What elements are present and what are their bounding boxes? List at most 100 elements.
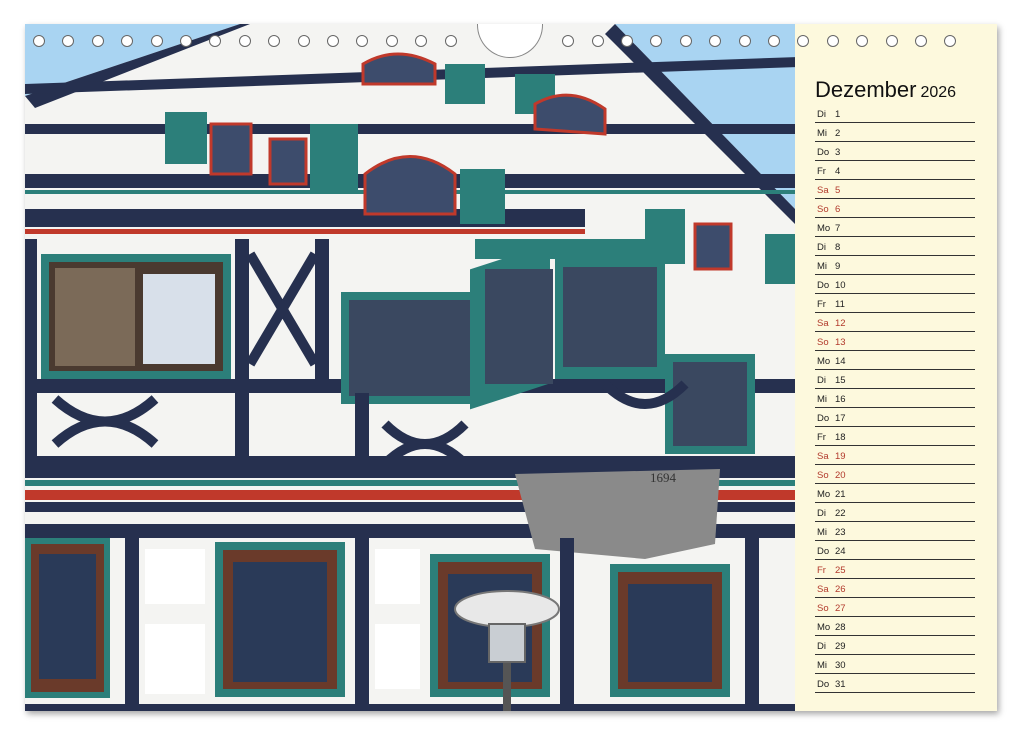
day-number: 26 xyxy=(835,584,846,595)
day-row: Di 15 xyxy=(815,370,975,389)
day-of-week: Fr xyxy=(817,432,826,443)
day-of-week: Mo xyxy=(817,223,831,234)
day-of-week: Sa xyxy=(817,451,829,462)
binding-hole xyxy=(238,35,251,47)
binding-hole xyxy=(62,35,75,47)
binding-hole xyxy=(268,35,281,47)
binding-hole xyxy=(327,35,339,47)
day-number: 10 xyxy=(835,280,846,291)
day-number: 5 xyxy=(835,185,841,196)
day-of-week: Fr xyxy=(817,299,826,310)
day-row: Mo 14 xyxy=(815,351,975,370)
day-of-week: Mo xyxy=(817,356,831,367)
day-row: Sa 5 xyxy=(815,180,975,199)
day-row: Fr 25 xyxy=(815,560,975,579)
binding-hole xyxy=(180,35,192,47)
day-row: Di 29 xyxy=(815,636,975,655)
binding-hole xyxy=(768,35,780,47)
day-number: 4 xyxy=(835,166,841,177)
binding-hole xyxy=(856,35,869,47)
day-number: 24 xyxy=(835,546,846,557)
day-row: Do 10 xyxy=(815,275,975,294)
day-number: 31 xyxy=(835,679,846,690)
calendar-page: 1694 Dezember 2026 Di 1 Mi 2 Do 3 Fr 4 S… xyxy=(25,24,997,711)
day-of-week: Sa xyxy=(817,584,829,595)
day-row: So 6 xyxy=(815,199,975,218)
day-number: 14 xyxy=(835,356,846,367)
day-row: Fr 4 xyxy=(815,161,975,180)
day-of-week: So xyxy=(817,337,829,348)
day-of-week: Fr xyxy=(817,166,826,177)
day-row: Mi 23 xyxy=(815,522,975,541)
day-row: Do 24 xyxy=(815,541,975,560)
binding-hole xyxy=(797,35,810,47)
day-number: 16 xyxy=(835,394,846,405)
day-row: Do 17 xyxy=(815,408,975,427)
binding-hole xyxy=(621,35,633,47)
day-number: 23 xyxy=(835,527,846,538)
day-number: 18 xyxy=(835,432,846,443)
day-number: 28 xyxy=(835,622,846,633)
binding-hole xyxy=(297,35,310,47)
binding-hole xyxy=(915,35,927,47)
day-row: Sa 12 xyxy=(815,313,975,332)
year: 2026 xyxy=(920,84,957,101)
binding-hole xyxy=(679,35,692,47)
day-number: 1 xyxy=(835,109,841,120)
day-row: Mi 2 xyxy=(815,123,975,142)
binding-hole xyxy=(709,35,722,47)
day-number: 29 xyxy=(835,641,846,652)
day-number: 17 xyxy=(835,413,846,424)
binding-hole xyxy=(33,35,45,47)
day-number: 22 xyxy=(835,508,846,519)
binding-hole xyxy=(885,35,898,47)
day-number: 7 xyxy=(835,223,841,234)
day-row: Sa 26 xyxy=(815,579,975,598)
day-number: 9 xyxy=(835,261,841,272)
day-row: Sa 19 xyxy=(815,446,975,465)
day-row: Di 1 xyxy=(815,104,975,123)
day-of-week: Do xyxy=(817,280,830,291)
day-row: So 27 xyxy=(815,598,975,617)
day-number: 15 xyxy=(835,375,846,386)
binding-hole xyxy=(738,35,751,47)
day-of-week: Di xyxy=(817,508,826,519)
day-number: 8 xyxy=(835,242,841,253)
day-number: 11 xyxy=(835,299,845,310)
day-of-week: Sa xyxy=(817,318,829,329)
day-number: 30 xyxy=(835,660,846,671)
day-of-week: Mi xyxy=(817,527,828,538)
day-of-week: Di xyxy=(817,375,826,386)
day-number: 6 xyxy=(835,204,841,215)
day-row: Mo 28 xyxy=(815,617,975,636)
day-row: Mo 21 xyxy=(815,484,975,503)
day-number: 2 xyxy=(835,128,841,139)
binding-hole xyxy=(356,35,369,47)
day-of-week: Mi xyxy=(817,128,828,139)
day-number: 20 xyxy=(835,470,846,481)
day-of-week: So xyxy=(817,204,829,215)
bay-inscription: 1694 xyxy=(650,470,677,485)
day-of-week: Mi xyxy=(817,261,828,272)
day-number: 25 xyxy=(835,565,846,576)
binding-hole xyxy=(150,35,163,47)
month-title: Dezember 2026 xyxy=(815,68,956,105)
day-of-week: So xyxy=(817,603,829,614)
binding-hole xyxy=(591,35,604,47)
day-number: 21 xyxy=(835,489,846,500)
day-row: So 13 xyxy=(815,332,975,351)
binding-hole xyxy=(385,35,398,47)
day-number: 13 xyxy=(835,337,846,348)
day-row: So 20 xyxy=(815,465,975,484)
binding-hole xyxy=(562,35,575,47)
day-of-week: Do xyxy=(817,679,830,690)
day-of-week: Mo xyxy=(817,489,831,500)
day-row: Do 3 xyxy=(815,142,975,161)
month-name: Dezember xyxy=(815,77,917,102)
day-of-week: Di xyxy=(817,242,826,253)
binding-hole xyxy=(209,35,222,47)
day-row: Di 22 xyxy=(815,503,975,522)
day-of-week: Do xyxy=(817,413,830,424)
binding-hole xyxy=(91,35,104,47)
day-row: Do 31 xyxy=(815,674,975,693)
